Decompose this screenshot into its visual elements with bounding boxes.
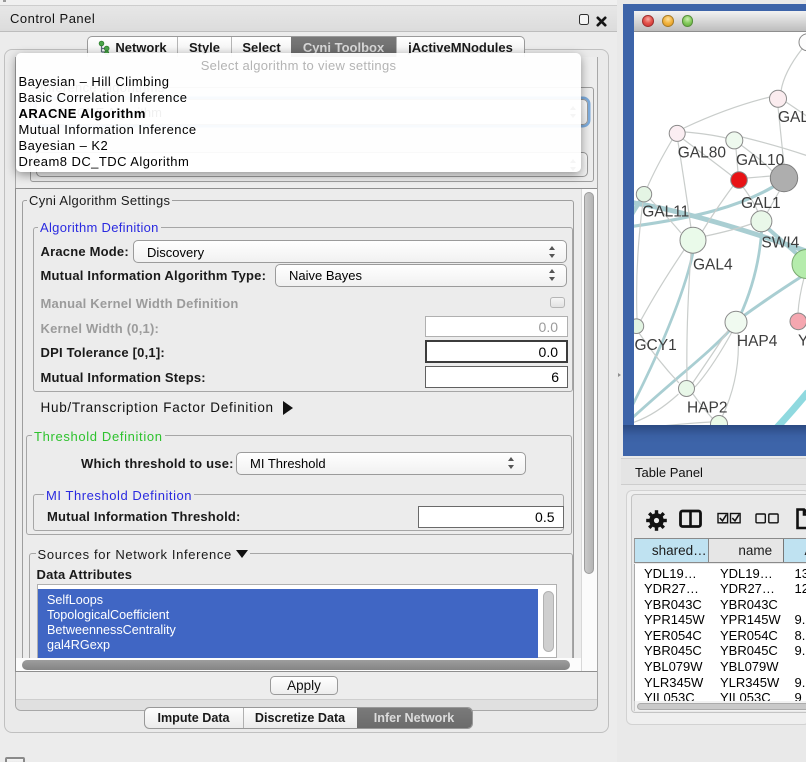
svg-text:Y: Y xyxy=(798,332,806,349)
svg-text:GAL1: GAL1 xyxy=(741,195,781,212)
svg-text:GAL10: GAL10 xyxy=(736,152,785,169)
svg-text:HAP4: HAP4 xyxy=(737,333,778,350)
svg-text:GAL4: GAL4 xyxy=(693,256,733,273)
svg-text:SWI4: SWI4 xyxy=(761,234,799,251)
svg-text:GAL80: GAL80 xyxy=(678,144,727,161)
svg-text:HAP2: HAP2 xyxy=(687,399,728,416)
svg-text:GCY1: GCY1 xyxy=(635,337,677,354)
svg-text:GAL2: GAL2 xyxy=(778,109,806,126)
svg-text:GAL11: GAL11 xyxy=(642,203,689,220)
